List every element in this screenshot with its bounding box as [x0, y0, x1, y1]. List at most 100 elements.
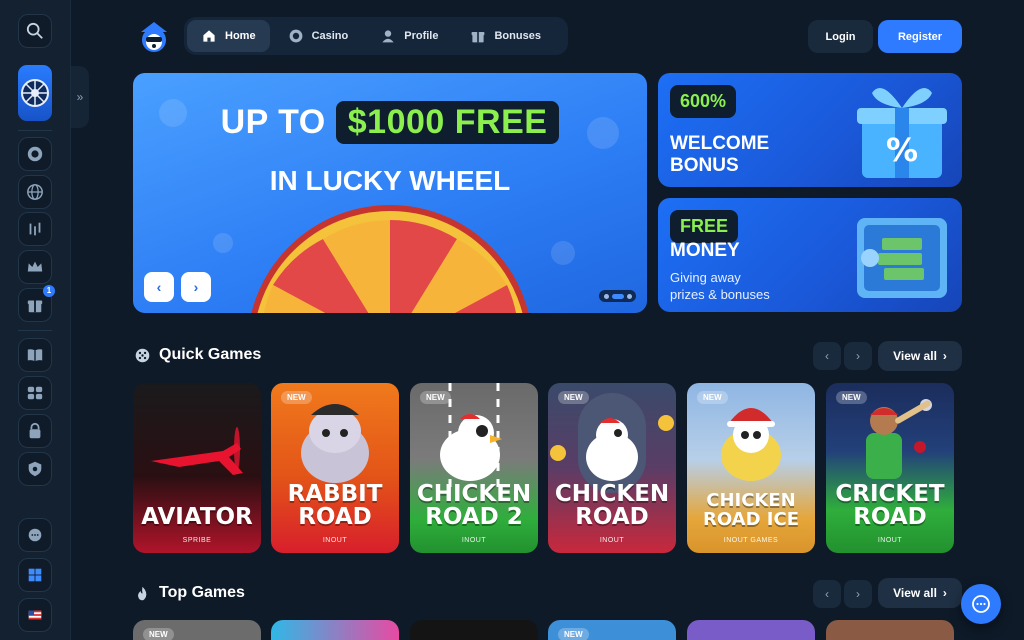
game-title-line: ROAD [853, 504, 927, 530]
hero-prev-button[interactable]: ‹ [144, 272, 174, 302]
sidebar-item-support[interactable] [18, 518, 52, 552]
game-card-aviator[interactable]: AVIATOR SPRIBE [133, 383, 261, 553]
chevron-left-icon: ‹ [825, 349, 829, 363]
game-title: CHICKEN ROAD [548, 483, 676, 529]
language-selector[interactable] [18, 598, 52, 632]
quick-games-next[interactable]: › [844, 342, 872, 370]
top-game-card[interactable] [687, 620, 815, 640]
game-provider: INOUT [322, 537, 348, 544]
free-money-promo[interactable]: FREE MONEY Giving away prizes & bonuses [658, 198, 962, 312]
sidebar-item-live[interactable] [18, 175, 52, 209]
game-title: AVIATOR [133, 506, 261, 529]
promo-description-line: prizes & bonuses [670, 287, 770, 302]
top-game-card[interactable] [826, 620, 954, 640]
game-card-chicken-road[interactable]: NEW CHICKEN ROAD INOUT [548, 383, 676, 553]
dice-icon [135, 348, 150, 362]
sidebar-item-security[interactable] [18, 414, 52, 448]
lock-icon [29, 422, 41, 439]
gift-icon [27, 300, 43, 313]
sidebar: 1 [0, 0, 71, 640]
top-games-next[interactable]: › [844, 580, 872, 608]
game-title-line: CHICKEN [554, 481, 670, 507]
hero-pagination[interactable] [599, 290, 636, 302]
top-games-prev[interactable]: ‹ [813, 580, 841, 608]
hero-banner[interactable]: UP TO $1000 FREE IN LUCKY WHEEL ‹ › [133, 73, 647, 313]
hero-headline: UP TO $1000 FREE [133, 101, 647, 144]
view-all-label: View all [893, 349, 937, 363]
hero-headline-prefix: UP TO [220, 103, 326, 141]
sidebar-item-games[interactable] [18, 376, 52, 410]
new-badge: NEW [420, 391, 451, 404]
promo-title-line: WELCOME [670, 133, 770, 154]
section-title-text: Top Games [159, 584, 245, 601]
top-games-view-all[interactable]: View all › [878, 578, 962, 608]
login-button[interactable]: Login [808, 20, 873, 53]
lucky-wheel-promo[interactable] [18, 65, 52, 121]
promo-title: MONEY [670, 240, 740, 261]
sports-icon [29, 222, 41, 236]
sidebar-item-casino[interactable] [18, 137, 52, 171]
game-title: CRICKET ROAD [826, 483, 954, 529]
game-title-line: AVIATOR [141, 504, 253, 530]
nav-label: Bonuses [494, 30, 541, 42]
plane-image [151, 427, 243, 475]
pagination-dot[interactable] [603, 293, 609, 299]
search-button[interactable] [18, 14, 52, 48]
section-title-text: Quick Games [159, 346, 262, 363]
game-card-chicken-road-2[interactable]: NEW CHICKEN ROAD 2 INOUT [410, 383, 538, 553]
support-icon [28, 528, 42, 542]
sidebar-item-privacy[interactable] [18, 452, 52, 486]
new-badge: NEW [143, 628, 174, 640]
live-chat-button[interactable] [961, 584, 1001, 624]
nav-label: Profile [404, 30, 439, 42]
chevron-right-icon: › [193, 279, 199, 295]
new-badge: NEW [836, 391, 867, 404]
shield-icon [28, 461, 42, 477]
chevron-right-icon: › [942, 586, 947, 600]
register-button[interactable]: Register [878, 20, 962, 53]
new-badge: NEW [281, 391, 312, 404]
game-provider: INOUT GAMES [723, 537, 779, 544]
promo-title-line: BONUS [670, 155, 739, 176]
game-title-line: CHICKEN [706, 490, 796, 511]
sidebar-item-rules[interactable] [18, 338, 52, 372]
top-game-card[interactable]: NEW [548, 620, 676, 640]
svg-text:%: % [886, 131, 918, 169]
sidebar-item-windows-app[interactable] [18, 558, 52, 592]
nav-label: Casino [311, 30, 349, 42]
pagination-dot-active[interactable] [611, 293, 624, 299]
quick-games-view-all[interactable]: View all › [878, 341, 962, 371]
chip-icon [27, 146, 43, 162]
new-badge: NEW [697, 391, 728, 404]
top-game-card[interactable] [410, 620, 538, 640]
game-card-chicken-road-ice[interactable]: NEW CHICKEN ROAD ICE INOUT GAMES [687, 383, 815, 553]
welcome-bonus-promo[interactable]: % 600% WELCOME BONUS [658, 73, 962, 187]
sidebar-item-vip[interactable] [18, 250, 52, 284]
user-icon [382, 30, 394, 43]
gift-box-image: % [857, 88, 947, 178]
top-game-card[interactable]: NEW [133, 620, 261, 640]
wheel-icon [21, 79, 49, 107]
promo-description-line: Giving away [670, 270, 741, 285]
sidebar-item-gifts[interactable]: 1 [18, 285, 55, 322]
pagination-dot[interactable] [626, 293, 632, 299]
sidebar-expand-button[interactable]: » [71, 66, 89, 128]
new-badge: NEW [558, 391, 589, 404]
chevron-right-icon: › [856, 349, 860, 363]
nav-profile[interactable]: Profile [366, 20, 452, 52]
site-logo[interactable] [135, 18, 173, 56]
hero-next-button[interactable]: › [181, 272, 211, 302]
quick-games-prev[interactable]: ‹ [813, 342, 841, 370]
nav-home[interactable]: Home [187, 20, 270, 52]
game-provider: SPRIBE [182, 537, 212, 544]
game-title-line: CRICKET [835, 481, 945, 507]
sidebar-item-sports[interactable] [18, 212, 52, 246]
nav-bonuses[interactable]: Bonuses [456, 20, 554, 52]
game-title-line: CHICKEN [416, 481, 532, 507]
new-badge: NEW [558, 628, 589, 640]
game-card-rabbit-road[interactable]: NEW RABBIT ROAD INOUT [271, 383, 399, 553]
game-card-cricket-road[interactable]: NEW CRICKET ROAD INOUT [826, 383, 954, 553]
nav-casino[interactable]: Casino [274, 20, 363, 52]
game-title-line: ROAD [298, 504, 372, 530]
top-game-card[interactable] [271, 620, 399, 640]
